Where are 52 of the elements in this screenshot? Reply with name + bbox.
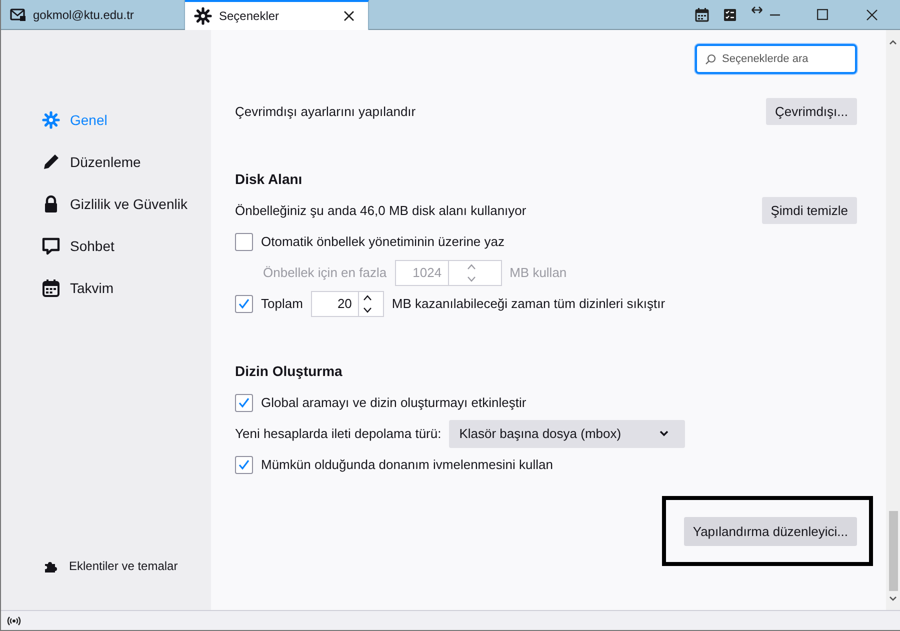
gear-icon xyxy=(42,111,60,129)
checkbox[interactable] xyxy=(235,394,253,412)
task-list-icon[interactable] xyxy=(723,8,737,22)
checkmark-icon xyxy=(238,459,250,470)
chat-bubble-icon xyxy=(41,237,61,255)
scrollbar-thumb[interactable] xyxy=(888,511,898,591)
puzzle-piece-icon xyxy=(44,560,57,572)
setting-label: Önbelleğiniz şu anda 46,0 MB disk alanı kullanıyor xyxy=(235,203,528,218)
mail-icon xyxy=(10,8,26,22)
sidebar-item[interactable]: Sohbet xyxy=(41,225,211,267)
calendar-icon[interactable] xyxy=(695,8,709,22)
scroll-up-icon[interactable] xyxy=(889,39,897,45)
setting-label: Önbellek için en fazla xyxy=(263,265,387,280)
checkbox[interactable] xyxy=(235,232,253,250)
checkmark-icon xyxy=(238,397,250,408)
maximize-icon[interactable] xyxy=(817,9,828,20)
settings-button[interactable]: Yapılandırma düzenleyici... xyxy=(684,517,857,546)
scroll-down-icon[interactable] xyxy=(889,596,897,602)
sidebar-item[interactable]: Eklentiler ve temalar xyxy=(44,552,211,580)
setting-label: MB kullan xyxy=(510,265,567,280)
sidebar-item[interactable]: Düzenleme xyxy=(41,141,211,183)
tab[interactable]: Seçenekler xyxy=(185,0,369,30)
checkbox-label: Mümkün olduğunda donanım ivmelenmesini kullan xyxy=(261,457,553,472)
search-field[interactable]: Seçeneklerde ara xyxy=(695,44,857,74)
setting-label: Çevrimdışı ayarlarını yapılandır xyxy=(235,104,417,118)
resize-arrow-icon[interactable] xyxy=(751,6,763,14)
search-icon xyxy=(705,54,716,65)
number-field[interactable]: 20 xyxy=(310,290,384,316)
sidebar-item[interactable]: Gizlilik ve Güvenlik xyxy=(41,183,211,225)
dropdown[interactable]: Klasör başına dosya (mbox) xyxy=(449,420,686,448)
setting-label: Yeni hesaplarda ileti depolama türü: xyxy=(235,426,442,441)
lock-icon xyxy=(42,195,60,213)
chevron-down-icon xyxy=(659,430,670,437)
calendar-icon xyxy=(42,279,60,297)
section-heading: Disk Alanı xyxy=(235,170,304,189)
scrollbar[interactable] xyxy=(886,30,900,610)
setting-label: MB kazanılabileceği zaman tüm dizinleri sıkıştır xyxy=(392,296,666,311)
antenna-icon xyxy=(7,616,21,626)
checkbox-label: Toplam xyxy=(261,296,303,311)
close-icon[interactable] xyxy=(866,8,878,20)
settings-button[interactable]: Şimdi temizle xyxy=(762,197,857,224)
sidebar-item[interactable]: Takvim xyxy=(41,267,211,309)
checkmark-icon xyxy=(238,298,250,309)
gear-icon xyxy=(194,7,212,25)
checkbox-label: Global aramayı ve dizin oluşturmayı etkinleştir xyxy=(261,395,526,410)
pencil-icon xyxy=(42,153,60,171)
section-heading: Dizin Oluşturma xyxy=(235,362,344,381)
settings-button[interactable]: Çevrimdışı... xyxy=(766,98,857,124)
checkbox[interactable] xyxy=(235,456,253,474)
checkbox[interactable] xyxy=(235,294,253,312)
checkbox-label: Otomatik önbellek yönetiminin üzerine yaz xyxy=(261,234,505,249)
close-icon[interactable] xyxy=(343,10,355,22)
